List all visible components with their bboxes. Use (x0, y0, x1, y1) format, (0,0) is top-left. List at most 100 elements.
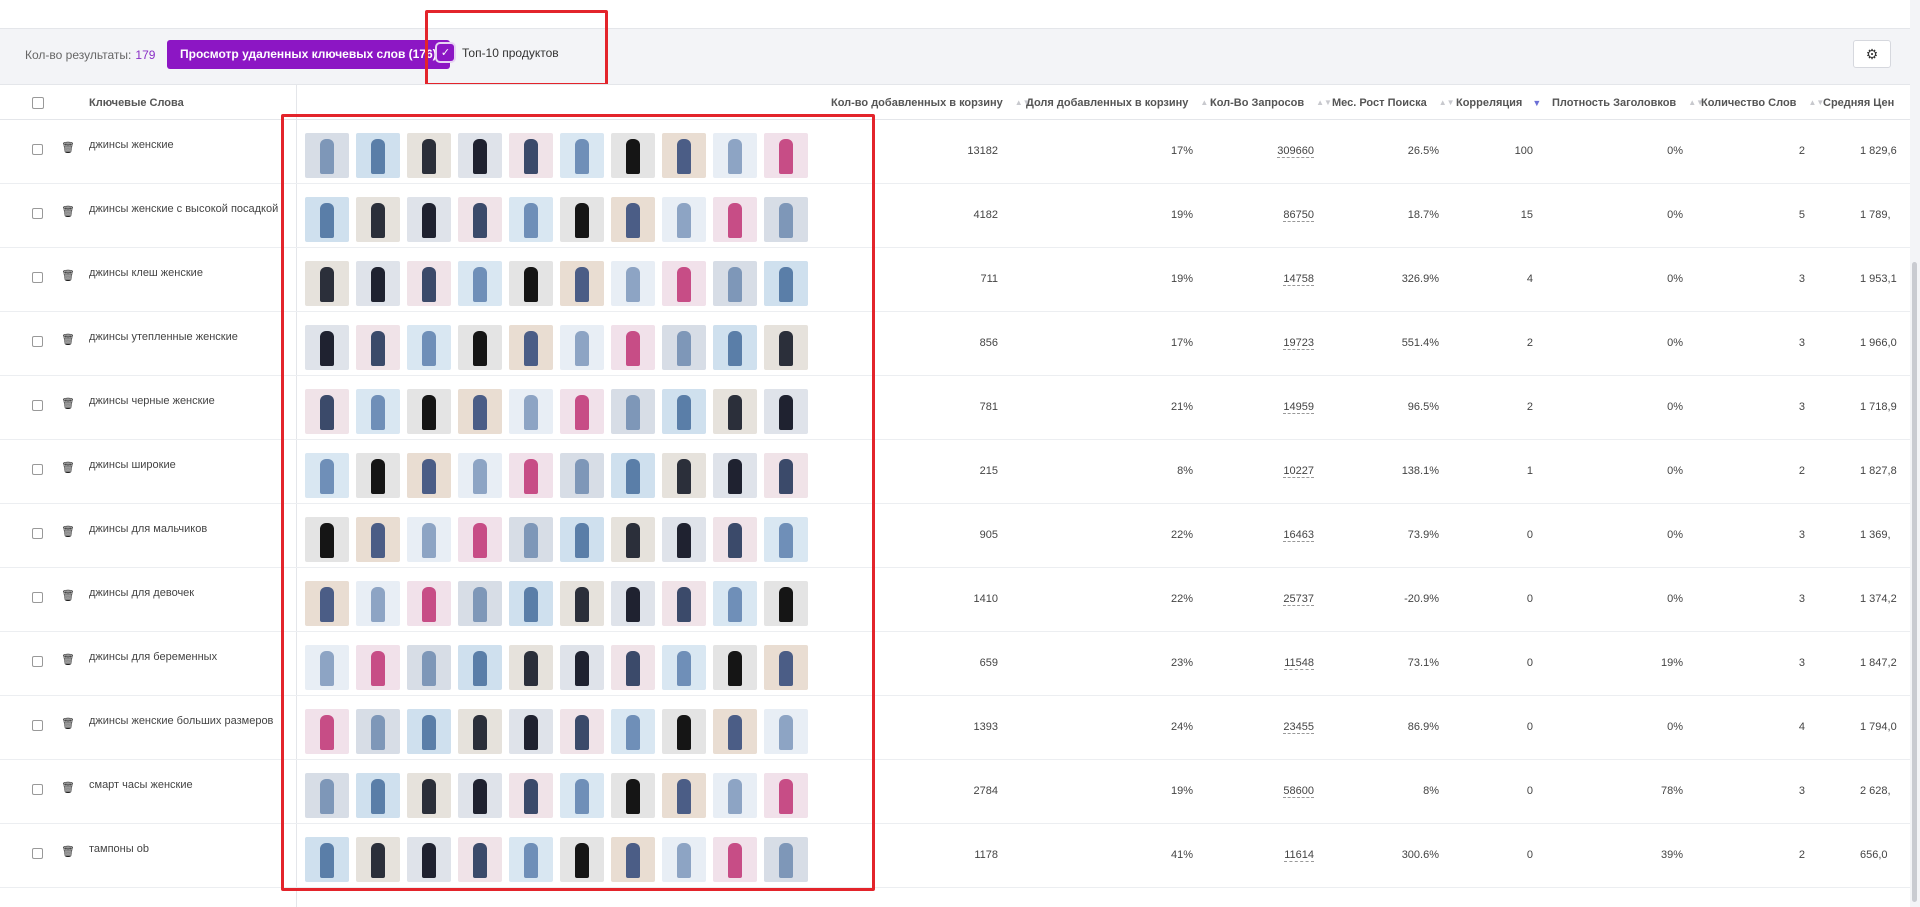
product-thumbnail[interactable] (662, 837, 706, 882)
row-checkbox[interactable] (32, 720, 43, 731)
queries-cell[interactable]: 25737 (1283, 593, 1314, 606)
product-thumbnail[interactable] (764, 197, 808, 242)
product-thumbnail[interactable] (305, 709, 349, 754)
column-header-density[interactable]: Плотность Заголовков ▲▼ (1552, 97, 1704, 109)
product-thumbnail[interactable] (407, 261, 451, 306)
table-row[interactable]: 🗑 джинсы женские 13182 17% 309660 26.5% 100 0% 2… (0, 120, 1910, 184)
row-checkbox[interactable] (32, 848, 43, 859)
table-row[interactable]: 🗑 джинсы женские больших размеров 1393 24% 2… (0, 696, 1910, 760)
product-thumbnail[interactable] (356, 261, 400, 306)
product-thumbnail[interactable] (611, 133, 655, 178)
keyword-cell[interactable]: джинсы широкие (89, 459, 279, 471)
product-thumbnail[interactable] (713, 517, 757, 562)
trash-icon[interactable]: 🗑 (61, 461, 75, 474)
product-thumbnail[interactable] (662, 709, 706, 754)
product-thumbnail[interactable] (356, 453, 400, 498)
product-thumbnail[interactable] (560, 517, 604, 562)
table-row[interactable]: 🗑 джинсы для девочек 1410 22% 25737 -20.9% 0 0%… (0, 568, 1910, 632)
checkmark-icon[interactable]: ✓ (437, 44, 454, 61)
product-thumbnail[interactable] (764, 837, 808, 882)
product-thumbnail[interactable] (509, 773, 553, 818)
row-checkbox[interactable] (32, 784, 43, 795)
trash-icon[interactable]: 🗑 (61, 589, 75, 602)
product-thumbnail[interactable] (764, 645, 808, 690)
product-thumbnail[interactable] (764, 133, 808, 178)
product-thumbnail[interactable] (713, 837, 757, 882)
keyword-cell[interactable]: джинсы черные женские (89, 395, 279, 407)
select-all-checkbox[interactable] (32, 97, 44, 109)
product-thumbnail[interactable] (509, 453, 553, 498)
keyword-cell[interactable]: тампоны ob (89, 843, 279, 855)
column-header-keywords[interactable]: Ключевые Слова (89, 97, 184, 109)
trash-icon[interactable]: 🗑 (61, 845, 75, 858)
product-thumbnail[interactable] (356, 133, 400, 178)
product-thumbnail[interactable] (764, 773, 808, 818)
product-thumbnail[interactable] (305, 261, 349, 306)
column-header-queries[interactable]: Кол-Во Запросов ▲▼ (1210, 97, 1332, 109)
product-thumbnail[interactable] (713, 773, 757, 818)
product-thumbnail[interactable] (407, 325, 451, 370)
product-thumbnail[interactable] (713, 709, 757, 754)
product-thumbnail[interactable] (356, 389, 400, 434)
product-thumbnail[interactable] (458, 837, 502, 882)
product-thumbnail[interactable] (662, 645, 706, 690)
product-thumbnail[interactable] (407, 581, 451, 626)
product-thumbnail[interactable] (356, 581, 400, 626)
product-thumbnail[interactable] (713, 453, 757, 498)
product-thumbnail[interactable] (611, 517, 655, 562)
table-row[interactable]: 🗑 джинсы клеш женские 711 19% 14758 326.9% 4 0%… (0, 248, 1910, 312)
column-header-price[interactable]: Средняя Цен (1823, 97, 1894, 109)
product-thumbnail[interactable] (356, 709, 400, 754)
trash-icon[interactable]: 🗑 (61, 653, 75, 666)
product-thumbnail[interactable] (509, 517, 553, 562)
trash-icon[interactable]: 🗑 (61, 269, 75, 282)
product-thumbnail[interactable] (560, 645, 604, 690)
view-deleted-keywords-button[interactable]: Просмотр удаленных ключевых слов (176) (167, 40, 450, 69)
product-thumbnail[interactable] (611, 197, 655, 242)
product-thumbnail[interactable] (713, 325, 757, 370)
product-thumbnail[interactable] (509, 261, 553, 306)
product-thumbnail[interactable] (764, 389, 808, 434)
product-thumbnail[interactable] (764, 453, 808, 498)
keyword-cell[interactable]: джинсы женские (89, 139, 279, 151)
queries-cell[interactable]: 58600 (1283, 785, 1314, 798)
keyword-cell[interactable]: джинсы женские с высокой посадкой (89, 203, 279, 215)
product-thumbnail[interactable] (713, 645, 757, 690)
queries-cell[interactable]: 11548 (1284, 657, 1314, 670)
vertical-scrollbar[interactable] (1912, 262, 1917, 902)
product-thumbnail[interactable] (407, 517, 451, 562)
product-thumbnail[interactable] (560, 837, 604, 882)
product-thumbnail[interactable] (560, 133, 604, 178)
product-thumbnail[interactable] (356, 325, 400, 370)
product-thumbnail[interactable] (560, 197, 604, 242)
product-thumbnail[interactable] (407, 773, 451, 818)
keyword-cell[interactable]: джинсы клеш женские (89, 267, 279, 279)
trash-icon[interactable]: 🗑 (61, 525, 75, 538)
table-row[interactable]: 🗑 джинсы утепленные женские 856 17% 19723 551… (0, 312, 1910, 376)
product-thumbnail[interactable] (611, 837, 655, 882)
queries-cell[interactable]: 10227 (1283, 465, 1314, 478)
product-thumbnail[interactable] (560, 389, 604, 434)
top10-products-toggle[interactable]: ✓ Топ-10 продуктов (437, 44, 559, 61)
column-header-share[interactable]: Доля добавленных в корзину ▲▼ (1026, 97, 1216, 109)
row-checkbox[interactable] (32, 272, 43, 283)
queries-cell[interactable]: 16463 (1283, 529, 1314, 542)
product-thumbnail[interactable] (458, 709, 502, 754)
product-thumbnail[interactable] (560, 453, 604, 498)
product-thumbnail[interactable] (407, 837, 451, 882)
product-thumbnail[interactable] (713, 389, 757, 434)
product-thumbnail[interactable] (611, 709, 655, 754)
row-checkbox[interactable] (32, 528, 43, 539)
trash-icon[interactable]: 🗑 (61, 781, 75, 794)
product-thumbnail[interactable] (458, 645, 502, 690)
product-thumbnail[interactable] (509, 837, 553, 882)
trash-icon[interactable]: 🗑 (61, 397, 75, 410)
queries-cell[interactable]: 11614 (1284, 849, 1314, 862)
queries-cell[interactable]: 86750 (1283, 209, 1314, 222)
table-row[interactable]: 🗑 смарт часы женские 2784 19% 58600 8% 0 78% 3 2 … (0, 760, 1910, 824)
trash-icon[interactable]: 🗑 (61, 141, 75, 154)
product-thumbnail[interactable] (611, 389, 655, 434)
product-thumbnail[interactable] (356, 197, 400, 242)
product-thumbnail[interactable] (611, 773, 655, 818)
product-thumbnail[interactable] (458, 773, 502, 818)
